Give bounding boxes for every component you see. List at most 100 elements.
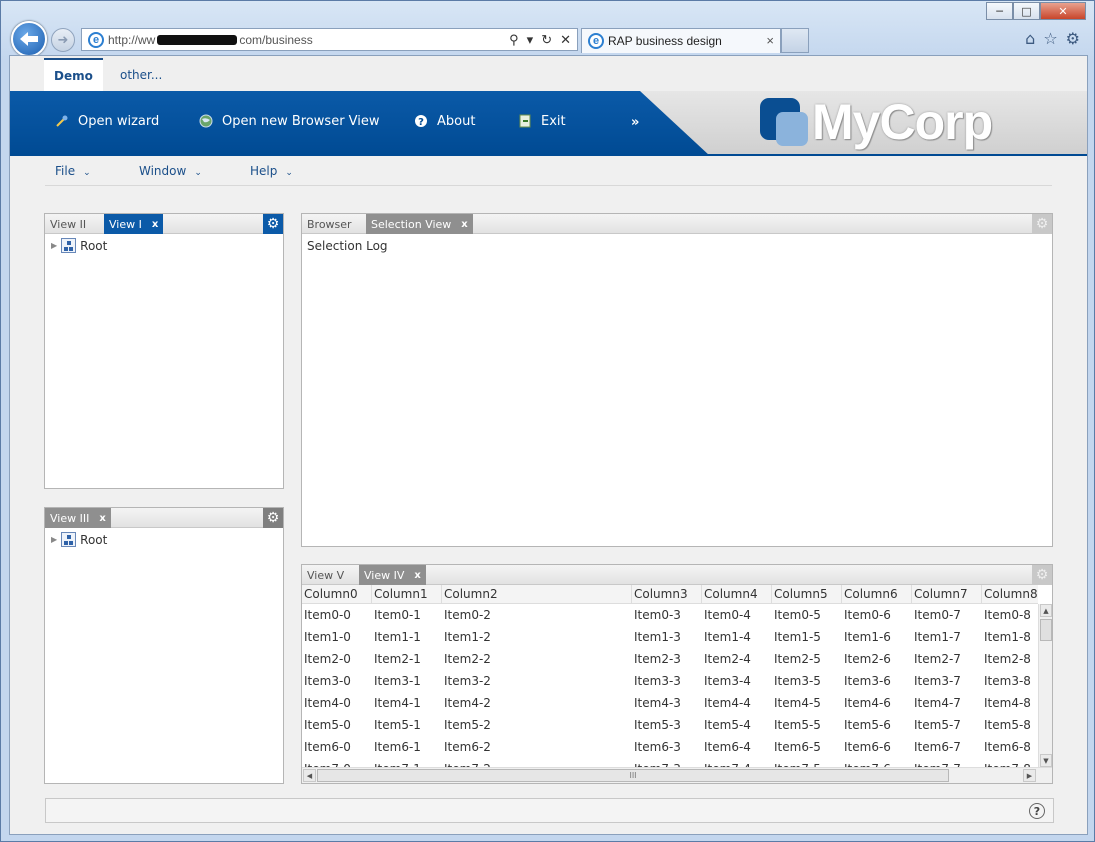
column-header[interactable]: Column8 [984,587,1038,601]
table-cell: Item0-7 [914,608,961,622]
view-menu-gear-icon[interactable]: ⚙ [1032,214,1052,234]
browser-tab[interactable]: e RAP business design × [581,28,781,53]
scroll-right-icon[interactable]: ▶ [1023,769,1036,782]
maximize-button[interactable]: □ [1013,2,1040,20]
about-button[interactable]: ? About [413,113,475,129]
home-icon[interactable]: ⌂ [1025,29,1035,48]
table-row[interactable]: Item1-0 Item1-1 Item1-2 Item1-3 Item1-4 Item1… [302,626,1038,648]
column-header[interactable]: Column3 [634,587,688,601]
table-cell: Item4-3 [634,696,681,710]
open-browser-view-button[interactable]: Open new Browser View [198,113,380,129]
actions-overflow-button[interactable]: » [631,115,639,130]
scroll-up-icon[interactable]: ▲ [1040,604,1052,617]
status-help-icon[interactable]: ? [1029,803,1045,819]
data-table: Column0 Column1 Column2 Column3 Column4 Colum… [302,585,1052,767]
favorites-icon[interactable]: ☆ [1043,29,1057,48]
tab-view-v[interactable]: View V [302,565,349,585]
table-cell: Item5-5 [774,718,821,732]
chevron-down-icon: ⌄ [83,168,91,178]
open-wizard-button[interactable]: Open wizard [54,113,159,129]
tree-item-root[interactable]: ▶ Root [51,532,107,547]
close-icon[interactable]: x [414,570,420,581]
close-icon[interactable]: x [152,219,158,230]
expand-triangle-icon[interactable]: ▶ [51,535,57,544]
table-cell: Item1-2 [444,630,491,644]
perspective-other[interactable]: other... [110,58,172,91]
column-separator[interactable] [981,585,982,603]
refresh-icon[interactable]: ↻ [541,32,552,48]
column-header[interactable]: Column6 [844,587,898,601]
tab-view-iii[interactable]: View III x [45,508,111,528]
settings-gear-icon[interactable]: ⚙ [1066,29,1080,48]
table-cell: Item5-4 [704,718,751,732]
scroll-down-icon[interactable]: ▼ [1040,754,1052,767]
browser-window: ─ □ ✕ ➜ e http://ww com/business ⚲ ▾ ↻ ✕… [0,0,1095,842]
view-panel-bottom-right: View V View IV x ⚙ Column0 Column1 Column2 C… [301,564,1053,784]
table-cell: Item5-1 [374,718,421,732]
menu-file[interactable]: File ⌄ [55,164,91,178]
column-separator[interactable] [631,585,632,603]
vertical-scrollbar[interactable]: ▲ ▼ [1038,604,1052,767]
table-cell: Item4-1 [374,696,421,710]
forward-button[interactable]: ➜ [51,28,75,52]
column-separator[interactable] [701,585,702,603]
view-tabbar: View II View I x ⚙ [45,214,283,234]
column-header[interactable]: Column5 [774,587,828,601]
table-row[interactable]: Item2-0 Item2-1 Item2-2 Item2-3 Item2-4 Item2… [302,648,1038,670]
column-header[interactable]: Column4 [704,587,758,601]
table-row[interactable]: Item4-0 Item4-1 Item4-2 Item4-3 Item4-4 Item4… [302,692,1038,714]
tab-selection-view-label: Selection View [371,217,452,231]
close-icon[interactable]: x [461,219,467,230]
menu-window[interactable]: Window ⌄ [139,164,202,178]
expand-triangle-icon[interactable]: ▶ [51,241,57,250]
tree-item-root[interactable]: ▶ Root [51,238,107,253]
table-cell: Item1-6 [844,630,891,644]
view-menu-gear-icon[interactable]: ⚙ [263,214,283,234]
view-menu-gear-icon[interactable]: ⚙ [263,508,283,528]
close-window-button[interactable]: ✕ [1040,2,1086,20]
column-separator[interactable] [371,585,372,603]
table-row[interactable]: Item0-0 Item0-1 Item0-2 Item0-3 Item0-4 Item0… [302,604,1038,626]
table-row[interactable]: Item6-0 Item6-1 Item6-2 Item6-3 Item6-4 Item6… [302,736,1038,758]
horizontal-scrollbar[interactable]: ◀ III ▶ [302,767,1052,783]
tab-browser[interactable]: Browser [302,214,357,234]
tab-close-icon[interactable]: × [766,33,774,48]
table-row[interactable]: Item5-0 Item5-1 Item5-2 Item5-3 Item5-4 Item5… [302,714,1038,736]
tab-view-i[interactable]: View I x [104,214,164,234]
table-row[interactable]: Item3-0 Item3-1 Item3-2 Item3-3 Item3-4 Item3… [302,670,1038,692]
back-button[interactable] [11,21,47,57]
column-separator[interactable] [441,585,442,603]
tab-view-ii[interactable]: View II [45,214,91,234]
new-tab-button[interactable] [781,28,809,53]
perspective-demo[interactable]: Demo [44,58,103,91]
dropdown-icon[interactable]: ▾ [527,32,534,48]
close-icon[interactable]: x [99,513,105,524]
logo-mark [760,98,808,146]
hscroll-thumb[interactable]: III [317,769,949,782]
table-cell: Item5-2 [444,718,491,732]
table-cell: Item6-0 [304,740,351,754]
column-separator[interactable] [771,585,772,603]
address-bar[interactable]: e http://ww com/business ⚲ ▾ ↻ ✕ [81,28,578,51]
table-cell: Item3-5 [774,674,821,688]
scroll-left-icon[interactable]: ◀ [303,769,316,782]
column-header[interactable]: Column0 [304,587,358,601]
column-separator[interactable] [911,585,912,603]
status-bar: ? [45,798,1054,823]
tab-selection-view[interactable]: Selection View x [366,214,473,234]
column-header[interactable]: Column7 [914,587,968,601]
tab-view-i-label: View I [109,217,142,231]
tab-view-iv[interactable]: View IV x [359,565,426,585]
scroll-thumb[interactable] [1040,619,1052,641]
column-separator[interactable] [841,585,842,603]
menu-help[interactable]: Help ⌄ [250,164,293,178]
table-row[interactable]: Item7-0Item7-1Item7-2Item7-3Item7-4Item7… [302,758,1038,767]
minimize-button[interactable]: ─ [986,2,1013,20]
view-menu-gear-icon[interactable]: ⚙ [1032,565,1052,585]
stop-icon[interactable]: ✕ [560,32,571,48]
column-header[interactable]: Column1 [374,587,428,601]
column-header[interactable]: Column2 [444,587,498,601]
url-prefix: http://ww [108,32,156,47]
exit-button[interactable]: Exit [517,113,566,129]
search-icon[interactable]: ⚲ [509,32,519,48]
